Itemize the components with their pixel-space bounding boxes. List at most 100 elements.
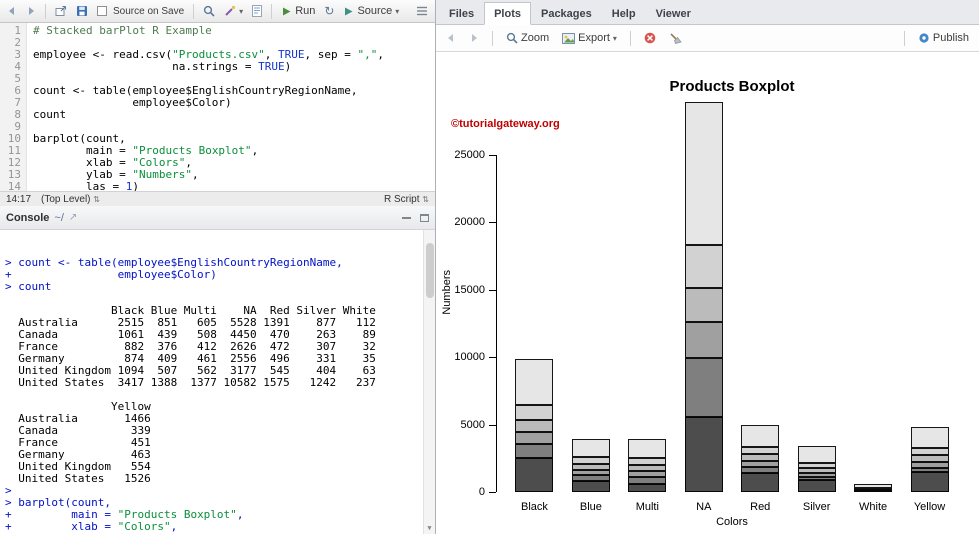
console-line: United States 1526: [5, 472, 151, 485]
code-line[interactable]: employee$Color): [33, 97, 435, 109]
back-icon[interactable]: [4, 5, 20, 17]
bar-segment-united-kingdom: [628, 457, 667, 466]
plot-back-icon[interactable]: [443, 32, 459, 44]
scroll-down-icon[interactable]: ▼: [424, 523, 435, 534]
toolbar-separator: [193, 3, 195, 19]
y-tick: [489, 424, 496, 426]
tab-files[interactable]: Files: [439, 2, 484, 25]
console-working-directory[interactable]: ~/: [54, 212, 63, 224]
rerun-icon[interactable]: ↻: [321, 5, 337, 17]
export-label: Export: [578, 32, 610, 44]
bar-segment-australia: [854, 490, 893, 492]
plots-pane: Files Plots Packages Help Viewer Zoom Export…: [436, 0, 979, 534]
publish-button[interactable]: Publish: [915, 31, 972, 45]
compile-report-icon[interactable]: [249, 4, 265, 18]
bar-segment-australia: [628, 483, 667, 492]
bar-segment-france: [515, 431, 554, 444]
x-tick-label: Silver: [802, 501, 831, 513]
source-editor[interactable]: 1 2 3 4 5 6 7 8 9 10 11 12 13 14 # Stacked barPlot R …: [0, 23, 435, 191]
zoom-label: Zoom: [521, 32, 550, 44]
bar-segment-united-kingdom: [684, 244, 723, 288]
run-button[interactable]: Run: [278, 4, 318, 18]
minimize-pane-icon[interactable]: [402, 216, 411, 219]
checkbox-box[interactable]: [97, 6, 107, 16]
bar-white[interactable]: [854, 484, 893, 492]
tab-packages[interactable]: Packages: [531, 2, 602, 25]
y-tick: [489, 492, 496, 493]
source-label: Source: [357, 5, 393, 17]
bar-segment-australia: [515, 458, 554, 492]
chevron-down-icon: ▾: [395, 6, 400, 16]
scope-selector[interactable]: (Top Level) ⇅: [41, 194, 100, 205]
find-icon[interactable]: [200, 4, 218, 18]
source-on-save-label: Source on Save: [113, 5, 185, 17]
source-on-save-checkbox[interactable]: Source on Save: [94, 5, 187, 18]
y-tick-label: 0: [478, 486, 485, 498]
save-icon[interactable]: [73, 4, 91, 18]
clear-all-plots-icon[interactable]: [666, 31, 685, 45]
line-number: 14: [7, 180, 21, 192]
bar-na[interactable]: [684, 102, 723, 492]
bar-yellow[interactable]: [910, 427, 949, 492]
bar-segment-canada: [515, 443, 554, 459]
editor-code[interactable]: # Stacked barPlot R Example employee <- …: [27, 23, 435, 192]
editor-status-bar: 14:17 (Top Level) ⇅ R Script ⇅: [0, 191, 435, 206]
bar-segment-australia: [571, 480, 610, 492]
console-title[interactable]: Console: [6, 212, 49, 224]
plot-canvas[interactable]: Products Boxplot ©tutorialgateway.org Nu…: [436, 52, 979, 534]
bar-blue[interactable]: [571, 438, 610, 492]
code-line[interactable]: las = 1): [33, 181, 435, 192]
x-axis-label: Colors: [716, 516, 748, 528]
bar-segment-canada: [684, 357, 723, 418]
bar-multi[interactable]: [628, 439, 667, 492]
tab-help[interactable]: Help: [602, 2, 646, 25]
tab-plots[interactable]: Plots: [484, 2, 531, 25]
y-tick: [489, 155, 496, 156]
editor-gutter: 1 2 3 4 5 6 7 8 9 10 11 12 13 14: [0, 23, 27, 191]
chevron-down-icon: ▾: [612, 33, 617, 43]
file-type-selector[interactable]: R Script ⇅: [384, 194, 429, 205]
tab-viewer[interactable]: Viewer: [646, 2, 701, 25]
zoom-button[interactable]: Zoom: [503, 31, 552, 45]
code-line[interactable]: # Stacked barPlot R Example: [33, 25, 435, 37]
plot-title: Products Boxplot: [669, 78, 795, 95]
plot-forward-icon[interactable]: [466, 32, 482, 44]
updown-caret-icon: ⇅: [93, 194, 100, 204]
bar-segment-australia: [797, 480, 836, 492]
export-button[interactable]: Export ▾: [559, 31, 620, 45]
code-line[interactable]: na.strings = TRUE): [33, 61, 435, 73]
forward-icon[interactable]: [23, 5, 39, 17]
y-tick: [489, 222, 496, 224]
bar-silver[interactable]: [797, 445, 836, 492]
open-in-new-window-icon[interactable]: [52, 5, 70, 18]
maximize-pane-icon[interactable]: [420, 213, 429, 222]
scroll-thumb[interactable]: [426, 243, 434, 298]
bar-red[interactable]: [741, 425, 780, 492]
console-body[interactable]: > count <- table(employee$EnglishCountry…: [0, 230, 435, 534]
bar-segment-united-kingdom: [910, 447, 949, 456]
bar-segment-germany: [515, 420, 554, 432]
bar-segment-united-kingdom: [571, 457, 610, 465]
x-tick-label: Black: [520, 501, 548, 513]
cursor-position: 14:17: [6, 193, 32, 205]
console-line: United States 3417 1388 1377 10582 1575 …: [5, 376, 376, 389]
document-outline-icon[interactable]: [413, 5, 431, 17]
bar-segment-canada: [628, 477, 667, 484]
toolbar-separator: [492, 30, 493, 46]
x-tick-label: Blue: [579, 501, 602, 513]
bar-segment-united-states: [628, 439, 667, 458]
publish-label: Publish: [932, 32, 969, 44]
code-line[interactable]: count: [33, 109, 435, 121]
run-label: Run: [295, 5, 316, 17]
console-header: Console ~/ ↗: [0, 206, 435, 230]
y-tick: [489, 357, 496, 359]
console-scrollbar[interactable]: ▲ ▼: [423, 230, 435, 534]
code-tools-icon[interactable]: ▾: [221, 4, 246, 18]
bar-black[interactable]: [515, 359, 554, 492]
remove-plot-icon[interactable]: [641, 31, 659, 45]
bar-segment-australia: [741, 473, 780, 492]
y-tick-label: 25000: [454, 149, 485, 161]
x-tick-label: Red: [750, 501, 771, 513]
source-button[interactable]: Source ▾: [340, 4, 402, 18]
goto-directory-icon[interactable]: ↗: [69, 212, 77, 223]
